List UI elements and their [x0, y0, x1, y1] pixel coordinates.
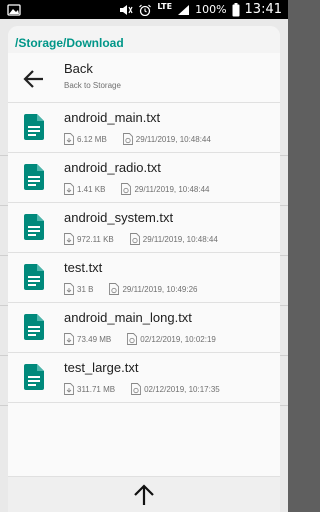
file-meta: 972.11 KB 29/11/2019, 10:48:44: [64, 233, 218, 245]
file-name: android_system.txt: [64, 210, 174, 225]
file-date-icon: [127, 333, 138, 345]
file-size: 1.41 KB: [77, 184, 106, 194]
clock: 13:41: [244, 2, 282, 17]
file-row[interactable]: android_radio.txt 1.41 KB 29/11/2019, 10…: [8, 153, 280, 203]
text-file-icon: [24, 364, 44, 390]
arrow-left-icon: [23, 70, 43, 88]
file-meta: 31 B 29/11/2019, 10:49:26: [64, 283, 198, 295]
alarm-icon: [139, 4, 152, 16]
file-size-icon: [64, 333, 74, 345]
text-file-icon: [24, 214, 44, 240]
file-row[interactable]: android_system.txt 972.11 KB 29/11/2019,…: [8, 203, 280, 253]
file-size: 73.49 MB: [77, 334, 112, 344]
current-path: /Storage/Download: [15, 36, 124, 50]
text-file-icon: [24, 164, 44, 190]
file-size-icon: [64, 183, 74, 195]
file-name: android_main.txt: [64, 110, 161, 125]
file-name: android_radio.txt: [64, 160, 161, 175]
dialog-footer: [8, 476, 280, 512]
battery-percent: 100%: [195, 3, 227, 16]
file-size: 972.11 KB: [77, 234, 114, 244]
file-row[interactable]: android_main.txt 6.12 MB 29/11/2019, 10:…: [8, 103, 280, 153]
file-row[interactable]: android_main_long.txt 73.49 MB 02/12/201…: [8, 303, 280, 353]
file-meta: 6.12 MB 29/11/2019, 10:48:44: [64, 133, 211, 145]
file-date-icon: [121, 183, 132, 195]
file-size: 6.12 MB: [77, 134, 107, 144]
text-file-icon: [24, 114, 44, 140]
dialog-header: /Storage/Download: [8, 26, 280, 53]
network-type: LTE: [157, 2, 173, 11]
file-date: 29/11/2019, 10:48:44: [135, 134, 211, 144]
file-date: 02/12/2019, 10:02:19: [140, 334, 216, 344]
text-file-icon: [24, 314, 44, 340]
file-meta: 311.71 MB 02/12/2019, 10:17:35: [64, 383, 220, 395]
file-name: android_main_long.txt: [64, 310, 192, 325]
arrow-up-icon[interactable]: [132, 483, 156, 507]
status-bar: LTE 100% 13:41: [0, 0, 288, 19]
file-date: 29/11/2019, 10:48:44: [142, 234, 218, 244]
file-date-icon: [129, 233, 140, 245]
file-name: test.txt: [64, 260, 103, 275]
file-date: 02/12/2019, 10:17:35: [144, 384, 220, 394]
file-date-icon: [131, 383, 142, 395]
file-size-icon: [64, 383, 74, 395]
file-name: test_large.txt: [64, 360, 139, 375]
image-notification-icon: [7, 4, 21, 16]
signal-icon: [178, 4, 190, 15]
file-size: 311.71 MB: [77, 384, 116, 394]
file-date: 29/11/2019, 10:48:44: [134, 184, 210, 194]
file-date-icon: [122, 133, 133, 145]
battery-icon: [232, 2, 240, 16]
back-row[interactable]: Back Back to Storage: [8, 53, 280, 103]
file-row[interactable]: test_large.txt 311.71 MB 02/12/2019, 10:…: [8, 353, 280, 403]
file-picker-dialog: /Storage/Download Back Back to Storage a…: [8, 26, 280, 512]
back-sublabel: Back to Storage: [64, 81, 121, 90]
file-meta: 73.49 MB 02/12/2019, 10:02:19: [64, 333, 216, 345]
file-meta: 1.41 KB 29/11/2019, 10:48:44: [64, 183, 210, 195]
file-size-icon: [64, 233, 74, 245]
file-size: 31 B: [77, 284, 94, 294]
text-file-icon: [24, 264, 44, 290]
file-date: 29/11/2019, 10:49:26: [122, 284, 198, 294]
file-date-icon: [109, 283, 120, 295]
file-size-icon: [64, 133, 74, 145]
mute-icon: [120, 4, 133, 15]
file-list: Back Back to Storage android_main.txt 6.…: [8, 53, 280, 476]
back-label: Back: [64, 61, 93, 76]
file-size-icon: [64, 283, 74, 295]
file-row[interactable]: test.txt 31 B 29/11/2019, 10:49:26: [8, 253, 280, 303]
